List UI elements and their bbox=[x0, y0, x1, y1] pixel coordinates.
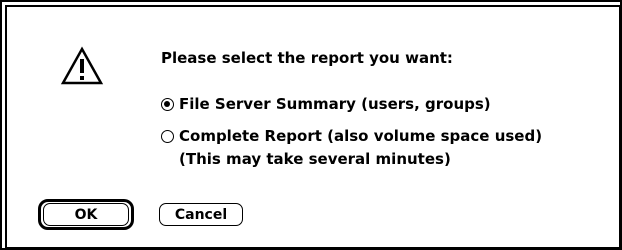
radio-button-summary[interactable] bbox=[161, 97, 174, 111]
complete-report-note: (This may take several minutes) bbox=[179, 150, 451, 168]
radio-label-summary[interactable]: File Server Summary (users, groups) bbox=[179, 95, 491, 113]
report-dialog: Please select the report you want: File … bbox=[0, 0, 622, 250]
ok-button[interactable]: OK bbox=[43, 203, 129, 226]
radio-button-complete[interactable] bbox=[161, 129, 174, 143]
radio-option-summary[interactable]: File Server Summary (users, groups) bbox=[161, 94, 491, 114]
cancel-button[interactable]: Cancel bbox=[159, 203, 243, 226]
dialog-prompt: Please select the report you want: bbox=[161, 49, 453, 67]
radio-option-complete[interactable]: Complete Report (also volume space used) bbox=[161, 126, 542, 146]
radio-label-complete[interactable]: Complete Report (also volume space used) bbox=[179, 127, 542, 145]
caution-icon bbox=[60, 46, 104, 85]
